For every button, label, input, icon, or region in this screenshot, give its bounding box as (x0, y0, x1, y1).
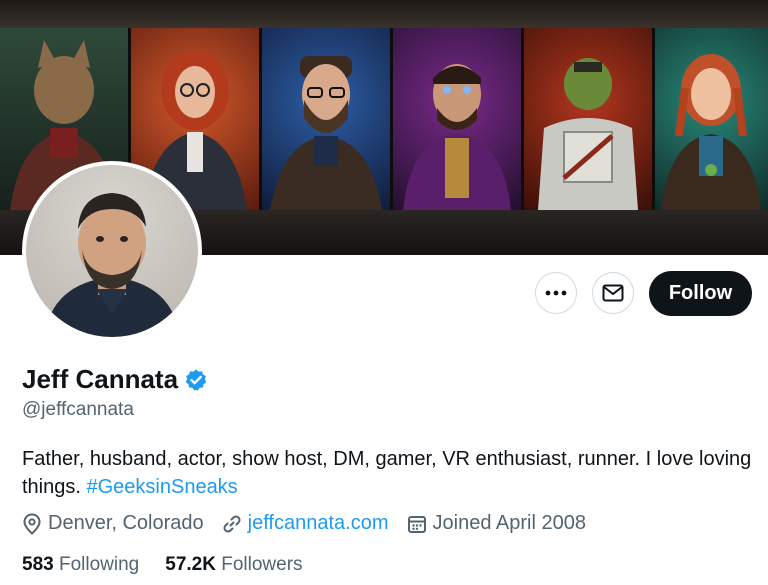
joined-item: Joined April 2008 (407, 512, 586, 535)
bio-hashtag-link[interactable]: #GeeksinSneaks (86, 476, 237, 498)
following-count: 583 (22, 554, 54, 575)
followers-label: Followers (221, 554, 303, 575)
banner-portrait-bearded (262, 28, 390, 210)
profile-avatar[interactable] (22, 161, 202, 341)
profile-name-row: Jeff Cannata (22, 364, 208, 395)
banner-top-shade (0, 0, 768, 28)
message-button[interactable] (592, 272, 634, 314)
calendar-icon (407, 515, 426, 533)
banner-portrait-elf (655, 28, 768, 210)
envelope-icon (602, 284, 624, 302)
profile-name: Jeff Cannata (22, 364, 179, 394)
banner-portrait-orc (524, 28, 652, 210)
banner-portrait-wizard (393, 28, 521, 210)
profile-meta: Denver, Colorado jeffcannata.com Joined … (22, 512, 604, 535)
profile-stats: 583 Following 57.2K Followers (22, 554, 329, 576)
follow-button[interactable]: Follow (649, 271, 752, 316)
more-icon (545, 290, 567, 296)
avatar-photo (26, 165, 198, 337)
following-label: Following (58, 554, 140, 575)
verified-badge-icon[interactable] (184, 368, 208, 392)
followers-count: 57.2K (165, 554, 216, 575)
joined-text: Joined April 2008 (432, 512, 586, 534)
location-item: Denver, Colorado (22, 512, 204, 535)
link-icon (223, 514, 241, 533)
location-pin-icon (23, 512, 41, 535)
website-item: jeffcannata.com (222, 512, 389, 535)
profile-bio: Father, husband, actor, show host, DM, g… (22, 445, 762, 501)
profile-handle: @jeffcannata (22, 399, 134, 420)
website-link[interactable]: jeffcannata.com (248, 512, 389, 535)
following-stat[interactable]: 583 Following (22, 554, 139, 576)
location-text: Denver, Colorado (48, 512, 204, 534)
followers-stat[interactable]: 57.2K Followers (165, 554, 302, 576)
more-options-button[interactable] (535, 272, 577, 314)
